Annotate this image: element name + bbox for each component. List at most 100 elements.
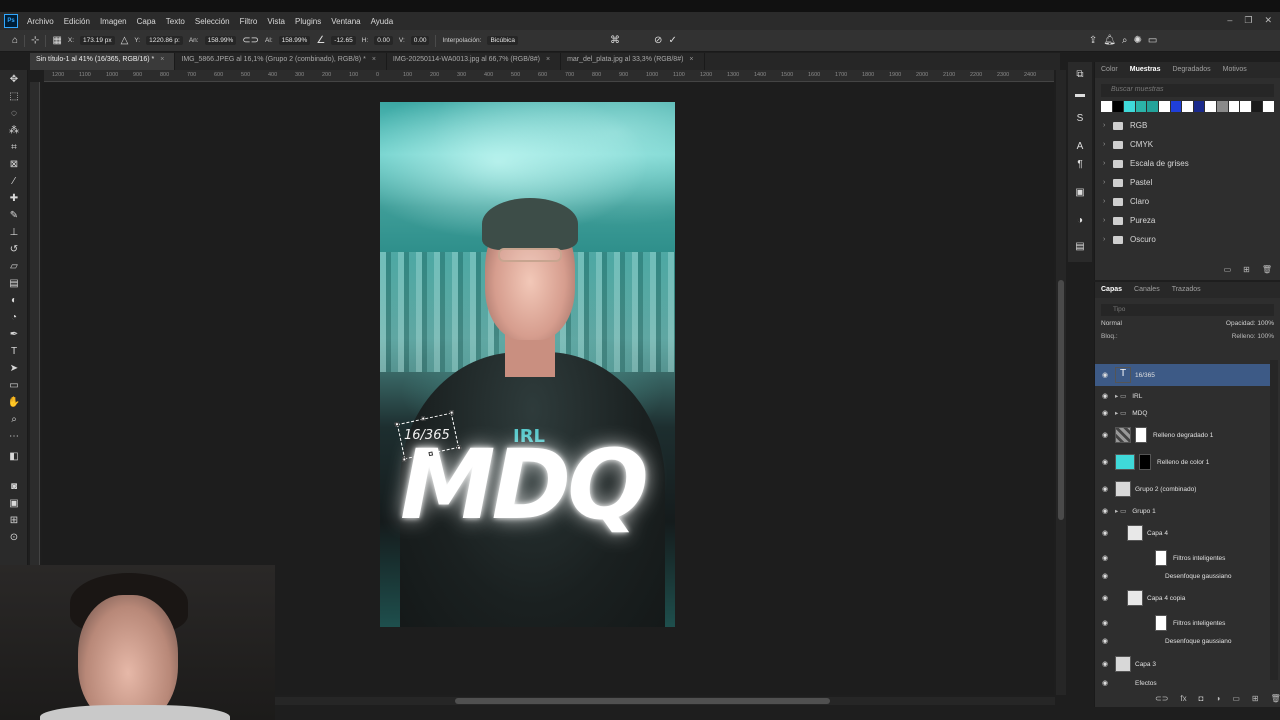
color-swatch-icon[interactable]: ◧ bbox=[6, 450, 22, 464]
visibility-eye-icon[interactable]: ◉ bbox=[1095, 507, 1115, 515]
color-swatch[interactable] bbox=[1182, 101, 1193, 112]
color-swatch[interactable] bbox=[1263, 101, 1274, 112]
frame-tool-icon[interactable]: ⊠ bbox=[6, 158, 22, 172]
width-field[interactable]: 158.99% bbox=[204, 36, 237, 45]
warp-icon[interactable]: ⌘ bbox=[610, 35, 620, 46]
layer-row[interactable]: ◉ Filtros inteligentes bbox=[1095, 613, 1271, 633]
layer-row[interactable]: ◉ Capa 4 copia bbox=[1095, 587, 1271, 609]
character-panel-icon[interactable]: A bbox=[1073, 140, 1087, 154]
eyedropper-tool-icon[interactable]: ⁄ bbox=[6, 175, 22, 189]
reference-point-icon[interactable]: ▦ bbox=[52, 35, 61, 46]
tab-degradados[interactable]: Degradados bbox=[1172, 66, 1210, 74]
layer-row[interactable]: ◉ Desenfoque gaussiano bbox=[1095, 634, 1271, 648]
discover-icon[interactable]: ✺ bbox=[1134, 35, 1142, 46]
adjustments-panel-icon[interactable]: ◑ bbox=[1073, 214, 1087, 228]
layer-row[interactable]: ◉ ▸ ▭ MDQ bbox=[1095, 405, 1271, 421]
layers-scrollbar[interactable] bbox=[1270, 360, 1278, 680]
x-field[interactable]: 173.19 px bbox=[80, 36, 115, 45]
tab-motivos[interactable]: Motivos bbox=[1223, 66, 1247, 74]
new-group-icon[interactable]: ▭ bbox=[1224, 265, 1232, 274]
swatch-folder-oscuro[interactable]: › Oscuro bbox=[1095, 230, 1280, 249]
color-swatch[interactable] bbox=[1193, 101, 1205, 112]
visibility-eye-icon[interactable]: ◉ bbox=[1095, 679, 1115, 687]
share-icon[interactable]: ⇪ bbox=[1089, 35, 1097, 46]
layer-filter-input[interactable]: Tipo bbox=[1101, 304, 1274, 316]
visibility-eye-icon[interactable]: ◉ bbox=[1095, 619, 1115, 627]
horizontal-ruler[interactable]: 1200 1100 1000 900 800 700 600 500 400 300 200 100 0… bbox=[44, 70, 1054, 82]
tab-color[interactable]: Color bbox=[1101, 66, 1118, 74]
hand-tool-icon[interactable]: ✋ bbox=[6, 396, 22, 410]
gradient-tool-icon[interactable]: ▤ bbox=[6, 277, 22, 291]
layer-row[interactable]: ◉ Grupo 2 (combinado) bbox=[1095, 478, 1271, 500]
workspace-icon[interactable]: ▭ bbox=[1148, 35, 1157, 46]
tab-mar-del-plata[interactable]: mar_del_plata.jpg al 33,3% (RGB/8#) × bbox=[561, 53, 705, 70]
color-swatch[interactable] bbox=[1251, 101, 1263, 112]
camera-icon[interactable]: ⊙ bbox=[6, 531, 22, 545]
visibility-eye-icon[interactable]: ◉ bbox=[1095, 409, 1115, 417]
pen-tool-icon[interactable]: ✒ bbox=[6, 328, 22, 342]
interpolation-select[interactable]: Bicúbica bbox=[487, 36, 519, 45]
tab-canales[interactable]: Canales bbox=[1134, 286, 1160, 294]
stamp-tool-icon[interactable]: ⊥ bbox=[6, 226, 22, 240]
tab-trazados[interactable]: Trazados bbox=[1172, 286, 1201, 294]
tab-img-5866[interactable]: IMG_5866.JPEG al 16,1% (Grupo 2 (combina… bbox=[175, 53, 387, 70]
screen-mode-icon[interactable]: ▣ bbox=[6, 497, 22, 511]
magic-wand-tool-icon[interactable]: ⁂ bbox=[6, 124, 22, 138]
visibility-eye-icon[interactable]: ◉ bbox=[1095, 637, 1115, 645]
layer-row[interactable]: ◉ Relleno de color 1 bbox=[1095, 451, 1271, 473]
document-canvas[interactable]: IRL MDQ 16/365 bbox=[380, 102, 675, 627]
menu-seleccion[interactable]: Selección bbox=[190, 17, 235, 26]
blur-tool-icon[interactable]: ◐ bbox=[6, 294, 22, 308]
menu-imagen[interactable]: Imagen bbox=[95, 17, 132, 26]
swatch-folder-pureza[interactable]: › Pureza bbox=[1095, 211, 1280, 230]
layer-row[interactable]: ◉ Capa 3 bbox=[1095, 653, 1271, 675]
transform-handle[interactable] bbox=[394, 421, 400, 427]
close-icon[interactable]: × bbox=[372, 56, 376, 63]
quick-mask-icon[interactable]: ◙ bbox=[6, 480, 22, 494]
commit-transform-icon[interactable]: ✓ bbox=[668, 35, 676, 46]
more-tools-icon[interactable]: ⋯ bbox=[6, 430, 22, 444]
transform-handle[interactable] bbox=[420, 416, 426, 421]
close-icon[interactable]: × bbox=[160, 56, 164, 63]
menu-filtro[interactable]: Filtro bbox=[235, 17, 263, 26]
eraser-tool-icon[interactable]: ▱ bbox=[6, 260, 22, 274]
color-swatch[interactable] bbox=[1101, 101, 1112, 112]
shape-tool-icon[interactable]: ▭ bbox=[6, 379, 22, 393]
type-tool-icon[interactable]: T bbox=[6, 345, 22, 359]
link-layers-icon[interactable]: ⊂⊃ bbox=[1155, 694, 1168, 703]
tab-muestras[interactable]: Muestras bbox=[1130, 66, 1161, 74]
folder-icon[interactable]: ▸ ▭ bbox=[1115, 409, 1126, 417]
layer-row[interactable]: ◉ Relleno degradado 1 bbox=[1095, 424, 1271, 446]
color-swatch[interactable] bbox=[1216, 101, 1228, 112]
artboard-icon[interactable]: ⊞ bbox=[6, 514, 22, 528]
healing-tool-icon[interactable]: ✚ bbox=[6, 192, 22, 206]
color-swatch[interactable] bbox=[1240, 101, 1251, 112]
color-swatch[interactable] bbox=[1147, 101, 1158, 112]
adjustment-layer-icon[interactable]: ◑ bbox=[1215, 694, 1220, 703]
tab-sin-titulo[interactable]: Sin título-1 al 41% (16/365, RGB/16) * × bbox=[30, 53, 176, 70]
swatch-folder-claro[interactable]: › Claro bbox=[1095, 192, 1280, 211]
move-transform-icon[interactable]: ⊹ bbox=[31, 35, 39, 46]
swatch-folder-pastel[interactable]: › Pastel bbox=[1095, 173, 1280, 192]
scroll-thumb[interactable] bbox=[1058, 280, 1064, 520]
tab-capas[interactable]: Capas bbox=[1101, 286, 1122, 294]
menu-texto[interactable]: Texto bbox=[161, 17, 190, 26]
visibility-eye-icon[interactable]: ◉ bbox=[1095, 572, 1115, 580]
transform-handle[interactable] bbox=[401, 457, 407, 462]
cancel-transform-icon[interactable]: ⊘ bbox=[654, 35, 662, 46]
y-field[interactable]: 1220.86 p: bbox=[146, 36, 183, 45]
opacity-field[interactable]: 100% bbox=[1257, 320, 1274, 327]
new-layer-icon[interactable]: ⊞ bbox=[1252, 694, 1259, 703]
close-icon[interactable]: × bbox=[689, 56, 693, 63]
lasso-tool-icon[interactable]: ◌ bbox=[6, 107, 22, 121]
new-swatch-icon[interactable]: ⊞ bbox=[1243, 265, 1250, 274]
minimize-button[interactable]: – bbox=[1227, 15, 1232, 26]
menu-archivo[interactable]: Archivo bbox=[22, 17, 59, 26]
search-icon[interactable]: ⌕ bbox=[1122, 35, 1128, 46]
color-swatch[interactable] bbox=[1158, 101, 1170, 112]
comments-panel-icon[interactable]: ▬ bbox=[1073, 88, 1087, 102]
scroll-thumb[interactable] bbox=[455, 698, 830, 704]
visibility-eye-icon[interactable]: ◉ bbox=[1095, 594, 1115, 602]
transform-handle[interactable] bbox=[449, 410, 455, 415]
delete-icon[interactable]: 🗑︎ bbox=[1271, 694, 1280, 703]
